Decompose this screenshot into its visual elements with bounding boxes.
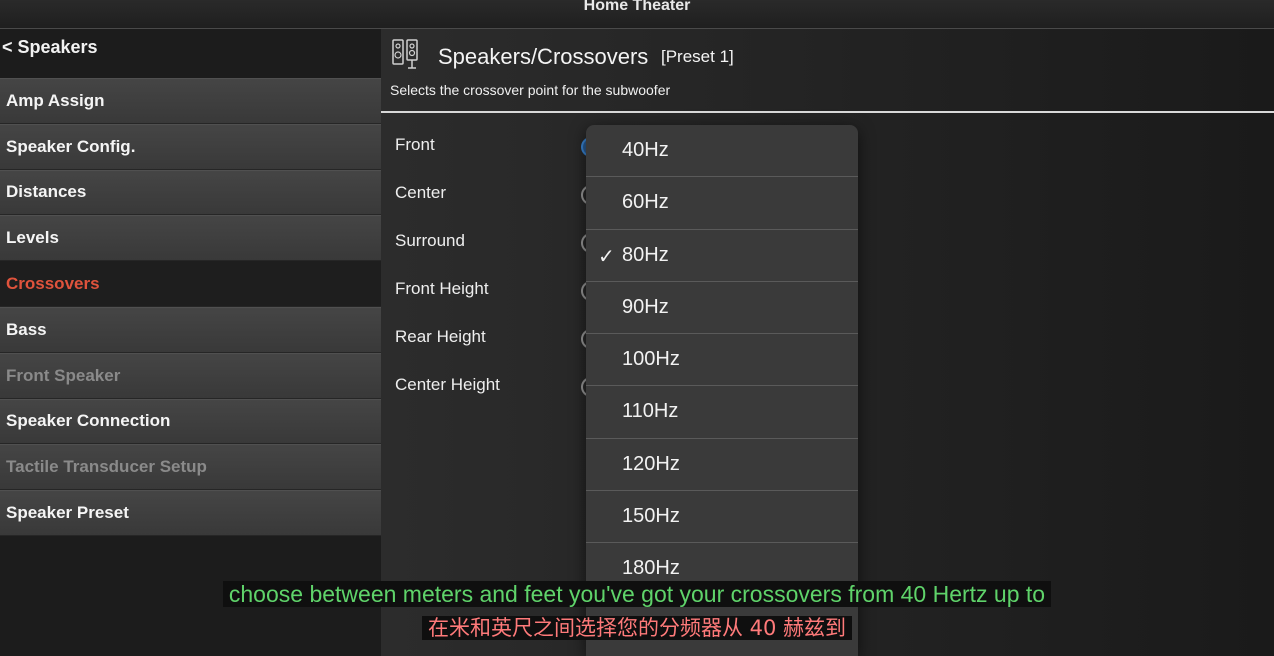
- speakers-icon: [392, 39, 418, 69]
- setting-row-center-height[interactable]: Center Height: [395, 375, 500, 395]
- dropdown-option-150hz[interactable]: 150Hz: [586, 491, 858, 544]
- title-bar: Home Theater: [0, 0, 1274, 29]
- subtitle-english: choose between meters and feet you've go…: [0, 581, 1274, 608]
- crossover-dropdown[interactable]: 40Hz 60Hz ✓ 80Hz 90Hz 100Hz 110Hz 120Hz 150Hz 180…: [586, 125, 858, 656]
- checkmark-icon: ✓: [598, 245, 615, 268]
- dropdown-option-40hz[interactable]: 40Hz: [586, 125, 858, 178]
- page-title: Speakers/Crossovers: [438, 44, 649, 69]
- dropdown-option-60hz[interactable]: 60Hz: [586, 177, 858, 230]
- dropdown-option-label: 120Hz: [622, 452, 680, 475]
- preset-label: [Preset 1]: [661, 47, 734, 66]
- setting-row-label: Surround: [395, 231, 465, 250]
- sidebar-item-bass[interactable]: Bass: [0, 306, 381, 353]
- sidebar-item-speaker-connection[interactable]: Speaker Connection: [0, 398, 381, 445]
- subtitle-chinese-text: 在米和英尺之间选择您的分频器从 40 赫兹到: [421, 616, 853, 640]
- sidebar-item-levels[interactable]: Levels: [0, 215, 381, 262]
- setting-row-label: Center: [395, 183, 447, 202]
- setting-row-label: Front Height: [395, 279, 489, 298]
- sidebar-item-amp-assign[interactable]: Amp Assign: [0, 78, 381, 124]
- dropdown-option-label: 180Hz: [622, 557, 680, 580]
- header-divider: [381, 111, 1274, 113]
- dropdown-option-label: 80Hz: [622, 243, 669, 266]
- setting-row-center[interactable]: Center: [395, 183, 446, 203]
- dropdown-option-120hz[interactable]: 120Hz: [586, 439, 858, 492]
- page-description: Selects the crossover point for the subw…: [390, 82, 671, 98]
- dropdown-option-label: 100Hz: [622, 348, 680, 371]
- sidebar-item-front-speaker: Front Speaker: [0, 352, 381, 399]
- window-title: Home Theater: [583, 0, 691, 14]
- dropdown-option-100hz[interactable]: 100Hz: [586, 334, 858, 387]
- subtitle-chinese: 在米和英尺之间选择您的分频器从 40 赫兹到: [0, 612, 1274, 642]
- sidebar-item-distances[interactable]: Distances: [0, 169, 381, 216]
- dropdown-option-label: 150Hz: [622, 505, 680, 528]
- dropdown-option-label: 90Hz: [622, 295, 669, 318]
- dropdown-option-80hz[interactable]: ✓ 80Hz: [586, 230, 858, 282]
- sidebar-menu: Amp Assign Speaker Config. Distances Levels…: [0, 78, 381, 536]
- sidebar-item-crossovers[interactable]: Crossovers: [0, 261, 381, 307]
- sidebar: < Speakers Amp Assign Speaker Config. Dist…: [0, 29, 381, 656]
- setting-row-label: Front: [395, 135, 435, 154]
- dropdown-option-90hz[interactable]: 90Hz: [586, 282, 858, 335]
- sidebar-item-speaker-config[interactable]: Speaker Config.: [0, 123, 381, 170]
- setting-row-front-height[interactable]: Front Height: [395, 279, 489, 299]
- sidebar-item-speaker-preset[interactable]: Speaker Preset: [0, 490, 381, 536]
- dropdown-option-label: 60Hz: [622, 191, 669, 214]
- setting-row-rear-height[interactable]: Rear Height: [395, 327, 486, 347]
- subtitle-english-text: choose between meters and feet you've go…: [222, 581, 1052, 607]
- setting-row-front[interactable]: Front: [395, 135, 435, 155]
- setting-row-label: Center Height: [395, 375, 500, 394]
- dropdown-option-110hz[interactable]: 110Hz: [586, 386, 858, 439]
- dropdown-option-label: 40Hz: [622, 139, 669, 161]
- sidebar-item-tactile-transducer-setup: Tactile Transducer Setup: [0, 444, 381, 491]
- dropdown-option-label: 110Hz: [622, 400, 679, 423]
- back-button[interactable]: < Speakers: [2, 37, 98, 58]
- setting-row-surround[interactable]: Surround: [395, 231, 465, 251]
- setting-row-label: Rear Height: [395, 327, 486, 346]
